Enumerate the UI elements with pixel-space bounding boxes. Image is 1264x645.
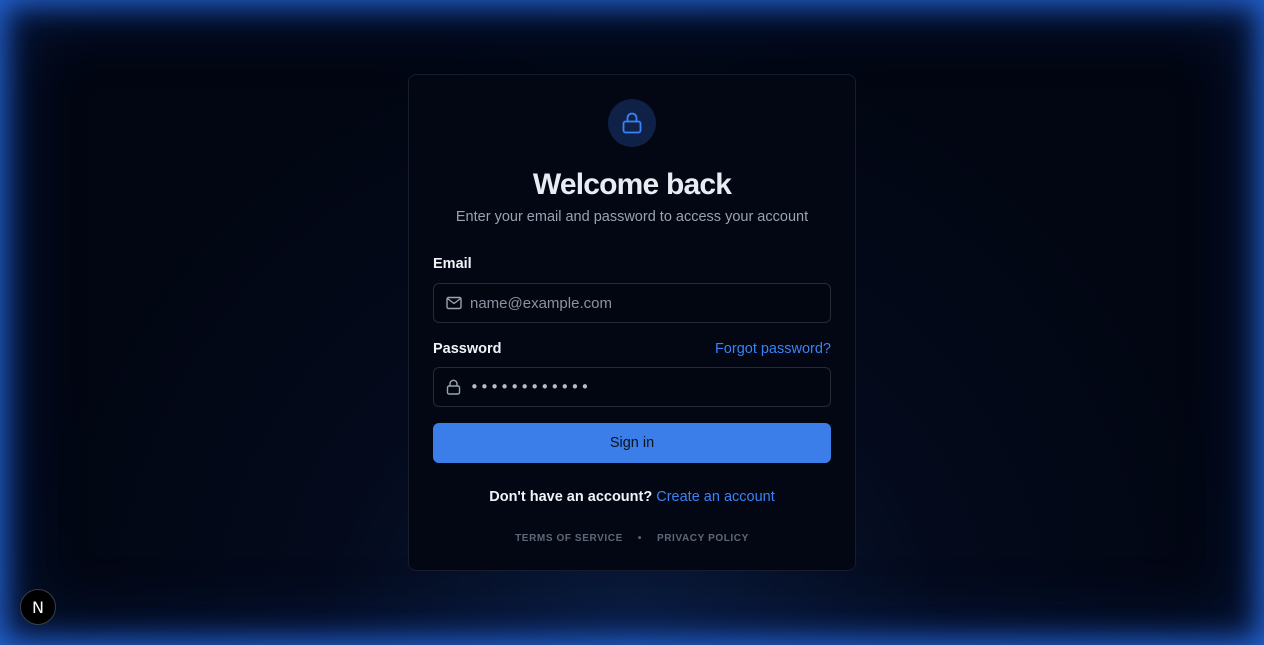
sign-in-button[interactable]: Sign in bbox=[433, 423, 831, 463]
email-label: Email bbox=[433, 256, 472, 272]
page-subtitle: Enter your email and password to access … bbox=[455, 209, 809, 225]
no-account-text: Don't have an account? bbox=[489, 489, 653, 505]
dev-badge-label: N bbox=[32, 597, 44, 617]
password-field[interactable]: •••••••••••• bbox=[433, 367, 831, 407]
nextjs-logo-icon[interactable]: N bbox=[20, 589, 56, 625]
lock-icon bbox=[446, 379, 461, 395]
footer-separator: • bbox=[637, 533, 642, 544]
email-field[interactable] bbox=[433, 283, 831, 323]
privacy-policy-link[interactable]: PRIVACY POLICY bbox=[657, 533, 749, 544]
footer-links: TERMS OF SERVICE • PRIVACY POLICY bbox=[409, 533, 855, 544]
terms-of-service-link[interactable]: TERMS OF SERVICE bbox=[515, 533, 623, 544]
login-card: Welcome back Enter your email and passwo… bbox=[408, 74, 856, 571]
create-account-link[interactable]: Create an account bbox=[656, 489, 775, 505]
page-title: Welcome back bbox=[532, 168, 732, 201]
mail-icon bbox=[446, 296, 462, 310]
lock-icon bbox=[622, 112, 642, 134]
forgot-password-link[interactable]: Forgot password? bbox=[715, 341, 831, 357]
signup-prompt: Don't have an account? Create an account bbox=[409, 489, 855, 505]
password-label: Password bbox=[433, 341, 502, 357]
page-background: Welcome back Enter your email and passwo… bbox=[0, 0, 1264, 645]
header-lock-badge bbox=[608, 99, 656, 147]
email-input[interactable] bbox=[470, 284, 830, 322]
password-input[interactable]: •••••••••••• bbox=[470, 378, 591, 396]
